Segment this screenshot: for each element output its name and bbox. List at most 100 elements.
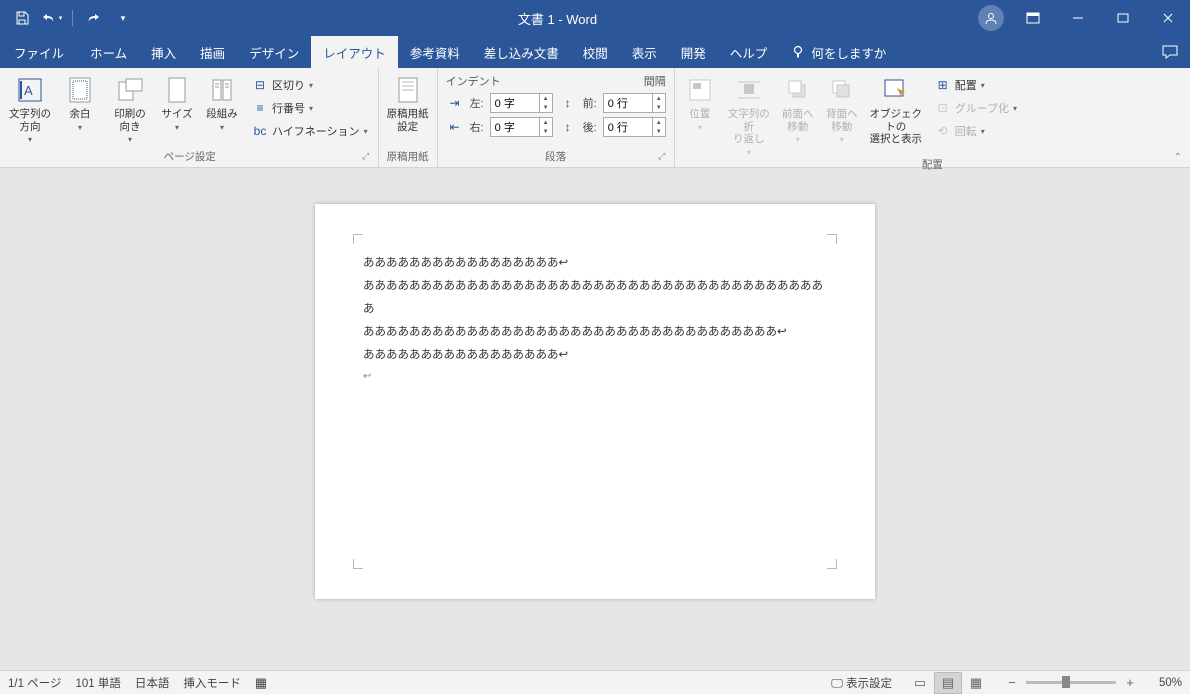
- ribbon-display-options-button[interactable]: [1010, 0, 1055, 36]
- tab-design[interactable]: デザイン: [237, 36, 311, 68]
- language[interactable]: 日本語: [135, 675, 170, 691]
- bring-forward-icon: [782, 74, 814, 106]
- group-label: 段落: [545, 151, 566, 163]
- size-button[interactable]: サイズ ▾: [156, 70, 198, 132]
- dialog-launcher[interactable]: ⤢: [360, 151, 372, 163]
- comments-button[interactable]: [1150, 36, 1190, 68]
- spacing-after-input[interactable]: ▲▼: [603, 117, 666, 137]
- tell-me-search[interactable]: 何をしますか: [779, 36, 898, 68]
- text-direction-label: 文字列の 方向: [9, 108, 51, 133]
- print-layout-button[interactable]: ▤: [934, 672, 962, 694]
- spin-down[interactable]: ▼: [540, 103, 552, 112]
- minimize-button[interactable]: [1055, 0, 1100, 36]
- spin-down[interactable]: ▼: [540, 127, 552, 136]
- size-label: サイズ: [161, 108, 192, 121]
- indent-right-label: 右:: [470, 119, 484, 135]
- spin-up[interactable]: ▲: [540, 118, 552, 127]
- page-count[interactable]: 1/1 ページ: [8, 675, 61, 691]
- document-page[interactable]: あああああああああああああああああ↩ あああああああああああああああああああああ…: [315, 204, 875, 599]
- spin-up[interactable]: ▲: [653, 118, 665, 127]
- send-backward-button: 背面へ 移動 ▾: [821, 70, 863, 145]
- spacing-after-label: 後:: [583, 119, 597, 135]
- close-button[interactable]: [1145, 0, 1190, 36]
- dropdown-arrow-icon: ▾: [78, 123, 82, 133]
- user-avatar[interactable]: [978, 5, 1004, 31]
- align-button[interactable]: ⊞配置 ▾: [929, 74, 1023, 96]
- spin-down[interactable]: ▼: [653, 103, 665, 112]
- spacing-before-input[interactable]: ▲▼: [603, 93, 666, 113]
- rotate-label: 回転: [955, 123, 977, 139]
- breaks-button[interactable]: ⊟区切り ▾: [246, 74, 374, 96]
- tab-review[interactable]: 校閲: [571, 36, 620, 68]
- margins-button[interactable]: 余白 ▾: [56, 70, 104, 132]
- quick-access-toolbar: ▾ ▾: [0, 4, 137, 32]
- redo-button[interactable]: [79, 4, 107, 32]
- columns-button[interactable]: 段組み ▾: [200, 70, 244, 132]
- selection-pane-label: オブジェクトの 選択と表示: [865, 108, 927, 146]
- web-layout-button[interactable]: ▦: [962, 672, 990, 694]
- selection-pane-icon: [880, 74, 912, 106]
- spin-down[interactable]: ▼: [653, 127, 665, 136]
- zoom-in-button[interactable]: +: [1122, 675, 1138, 691]
- zoom-out-button[interactable]: −: [1004, 675, 1020, 691]
- indent-left-input[interactable]: ▲▼: [490, 93, 553, 113]
- zoom-slider[interactable]: [1026, 681, 1116, 684]
- macro-record-icon[interactable]: ▦: [255, 675, 267, 691]
- doc-line[interactable]: あああああああああああああああああ↩: [363, 252, 827, 275]
- spacing-before-label: 前:: [583, 95, 597, 111]
- wrap-icon: [733, 74, 765, 106]
- insert-mode[interactable]: 挿入モード: [183, 675, 241, 691]
- qat-customize-button[interactable]: ▾: [109, 4, 137, 32]
- word-count[interactable]: 101 単語: [75, 675, 120, 691]
- doc-line[interactable]: ああああああああああああああああああああああああああああああああああああああああ…: [363, 275, 827, 321]
- ribbon: A 文字列の 方向 ▾ 余白 ▾ 印刷の 向き ▾ サイズ ▾ 段組み: [0, 68, 1190, 168]
- manuscript-settings-button[interactable]: 原稿用紙 設定: [383, 70, 433, 133]
- tab-insert[interactable]: 挿入: [139, 36, 188, 68]
- zoom-value[interactable]: 50%: [1144, 677, 1182, 689]
- tab-references[interactable]: 参考資料: [398, 36, 472, 68]
- selection-pane-button[interactable]: オブジェクトの 選択と表示: [865, 70, 927, 146]
- collapse-ribbon-button[interactable]: ⌃: [1174, 152, 1182, 163]
- send-backward-label: 背面へ 移動: [826, 108, 858, 133]
- indent-right-input[interactable]: ▲▼: [490, 117, 553, 137]
- undo-button[interactable]: ▾: [38, 4, 66, 32]
- line-numbers-button[interactable]: ≡行番号 ▾: [246, 97, 374, 119]
- position-icon: [684, 74, 716, 106]
- send-backward-icon: [826, 74, 858, 106]
- group-icon: ⊡: [935, 100, 951, 116]
- tab-help[interactable]: ヘルプ: [718, 36, 780, 68]
- margins-icon: [64, 74, 96, 106]
- spin-up[interactable]: ▲: [540, 94, 552, 103]
- display-settings[interactable]: 🖵 表示設定: [831, 675, 892, 691]
- doc-line[interactable]: ↩: [363, 367, 827, 387]
- tab-home[interactable]: ホーム: [78, 36, 139, 68]
- text-direction-button[interactable]: A 文字列の 方向 ▾: [6, 70, 54, 145]
- document-area[interactable]: あああああああああああああああああ↩ あああああああああああああああああああああ…: [0, 168, 1190, 670]
- position-button: 位置 ▾: [679, 70, 721, 132]
- tab-layout[interactable]: レイアウト: [311, 36, 398, 68]
- doc-line[interactable]: ああああああああああああああああああああああああああああああああああああ↩: [363, 321, 827, 344]
- orientation-button[interactable]: 印刷の 向き ▾: [106, 70, 154, 145]
- dialog-launcher[interactable]: ⤢: [656, 151, 668, 163]
- read-mode-button[interactable]: ▭: [906, 672, 934, 694]
- hyphenation-button[interactable]: bcハイフネーション ▾: [246, 120, 374, 142]
- doc-line[interactable]: あああああああああああああああああ↩: [363, 344, 827, 367]
- save-button[interactable]: [8, 4, 36, 32]
- breaks-icon: ⊟: [252, 77, 268, 93]
- tab-draw[interactable]: 描画: [188, 36, 237, 68]
- dropdown-arrow-icon: ▾: [220, 123, 224, 133]
- bring-forward-label: 前面へ 移動: [782, 108, 814, 133]
- rotate-button: ⟲回転 ▾: [929, 120, 1023, 142]
- ribbon-tabs: ファイル ホーム 挿入 描画 デザイン レイアウト 参考資料 差し込み文書 校閲…: [0, 36, 1190, 68]
- maximize-button[interactable]: [1100, 0, 1145, 36]
- file-tab[interactable]: ファイル: [0, 36, 78, 68]
- zoom-slider-thumb[interactable]: [1062, 676, 1070, 688]
- tab-developer[interactable]: 開発: [669, 36, 718, 68]
- bring-forward-button: 前面へ 移動 ▾: [777, 70, 819, 145]
- hyphenation-label: ハイフネーション: [272, 123, 360, 139]
- spin-up[interactable]: ▲: [653, 94, 665, 103]
- tab-mailings[interactable]: 差し込み文書: [472, 36, 571, 68]
- zoom-control: − + 50%: [1004, 675, 1182, 691]
- manuscript-icon: [392, 74, 424, 106]
- tab-view[interactable]: 表示: [620, 36, 669, 68]
